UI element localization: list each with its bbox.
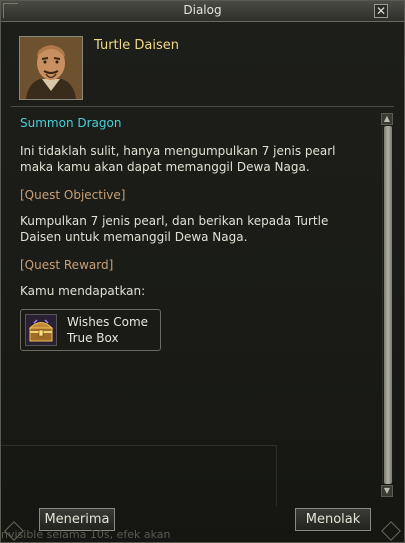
reward-item-slot[interactable]: Wishes Come True Box: [20, 309, 161, 351]
close-button[interactable]: ✕: [374, 4, 388, 18]
reward-intro: Kamu mendapatkan:: [20, 284, 146, 298]
lower-panel: [1, 445, 277, 506]
quest-objective-text: Kumpulkan 7 jenis pearl, dan berikan kep…: [20, 214, 329, 244]
quest-title: Summon Dragon: [20, 116, 122, 130]
window-title: Dialog: [183, 3, 222, 17]
divider: [11, 106, 394, 107]
corner-ornament: [381, 521, 401, 541]
quest-dialog-window: Dialog ✕ Turtle Daisen Summon Dragon Ini…: [0, 0, 405, 543]
quest-objective-label: [Quest Objective]: [20, 188, 126, 202]
quest-description: Ini tidaklah sulit, hanya mengumpulkan 7…: [20, 144, 336, 174]
content-scrollbar[interactable]: ▲ ▼: [381, 113, 393, 497]
scroll-track[interactable]: [382, 126, 393, 484]
quest-content: Summon Dragon Ini tidaklah sulit, hanya …: [20, 115, 370, 351]
close-icon: ✕: [375, 4, 387, 18]
title-bar[interactable]: Dialog ✕: [1, 1, 404, 22]
background-chat-text: nvisible selama 10s, efek akan: [1, 528, 171, 541]
scroll-down-button[interactable]: ▼: [381, 485, 393, 497]
arrow-up-icon: ▲: [383, 114, 391, 123]
arrow-down-icon: ▼: [383, 486, 391, 495]
npc-name: Turtle Daisen: [94, 38, 179, 53]
treasure-chest-icon: [25, 314, 57, 346]
reward-item-name: Wishes Come True Box: [67, 315, 149, 345]
decline-button[interactable]: Menolak: [295, 508, 371, 531]
quest-reward-label: [Quest Reward]: [20, 258, 114, 272]
scroll-thumb[interactable]: [384, 126, 392, 484]
npc-portrait: [19, 36, 83, 100]
scroll-up-button[interactable]: ▲: [381, 113, 393, 125]
